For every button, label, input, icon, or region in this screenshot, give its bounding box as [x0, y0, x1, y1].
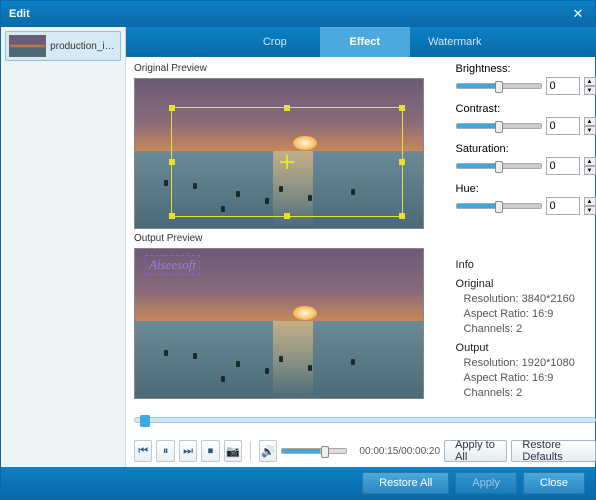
contrast-up[interactable]: ▲: [584, 117, 596, 126]
hue-down[interactable]: ▼: [584, 206, 596, 215]
restore-defaults-button[interactable]: Restore Defaults: [511, 440, 595, 462]
next-button[interactable]: ⏭: [179, 440, 197, 462]
tab-watermark[interactable]: Watermark: [410, 27, 500, 57]
titlebar: Edit ✕: [1, 1, 595, 27]
center-cross-icon: [280, 155, 294, 169]
volume-slider[interactable]: [281, 448, 347, 454]
hue-up[interactable]: ▲: [584, 197, 596, 206]
saturation-value[interactable]: 0: [546, 157, 580, 175]
info-original-channels: Channels: 2: [456, 323, 596, 335]
tab-crop[interactable]: Crop: [230, 27, 320, 57]
progress-bar[interactable]: [134, 417, 596, 423]
info-original-aspect: Aspect Ratio: 16:9: [456, 308, 596, 320]
contrast-value[interactable]: 0: [546, 117, 580, 135]
volume-icon[interactable]: 🔊: [259, 440, 277, 462]
sidebar: production_id...: [1, 27, 126, 467]
info-original-title: Original: [456, 278, 596, 290]
apply-button[interactable]: Apply: [455, 472, 517, 494]
original-preview[interactable]: [134, 78, 424, 229]
brightness-group: Brightness: 0 ▲▼: [456, 63, 596, 95]
info-output-channels: Channels: 2: [456, 387, 596, 399]
sidebar-item-clip[interactable]: production_id...: [5, 31, 121, 61]
brightness-down[interactable]: ▼: [584, 86, 596, 95]
info-output-aspect: Aspect Ratio: 16:9: [456, 372, 596, 384]
saturation-down[interactable]: ▼: [584, 166, 596, 175]
original-preview-label: Original Preview: [134, 63, 446, 74]
info-panel: Info Original Resolution: 3840*2160 Aspe…: [456, 255, 596, 399]
saturation-group: Saturation: 0 ▲▼: [456, 143, 596, 175]
footer: Restore All Apply Close: [1, 467, 595, 499]
info-header: Info: [456, 259, 596, 271]
info-output-title: Output: [456, 342, 596, 354]
prev-button[interactable]: ⏮: [134, 440, 152, 462]
apply-to-all-button[interactable]: Apply to All: [444, 440, 507, 462]
brightness-value[interactable]: 0: [546, 77, 580, 95]
info-original-resolution: Resolution: 3840*2160: [456, 293, 596, 305]
snapshot-button[interactable]: 📷: [224, 440, 242, 462]
brightness-label: Brightness:: [456, 63, 596, 75]
contrast-slider[interactable]: [456, 123, 542, 129]
hue-slider[interactable]: [456, 203, 542, 209]
stop-button[interactable]: ⏹: [201, 440, 219, 462]
brightness-up[interactable]: ▲: [584, 77, 596, 86]
brightness-slider[interactable]: [456, 83, 542, 89]
saturation-label: Saturation:: [456, 143, 596, 155]
crop-rectangle[interactable]: [171, 107, 403, 217]
saturation-up[interactable]: ▲: [584, 157, 596, 166]
output-preview-label: Output Preview: [134, 233, 446, 244]
contrast-group: Contrast: 0 ▲▼: [456, 103, 596, 135]
window-title: Edit: [9, 8, 569, 20]
close-icon[interactable]: ✕: [569, 5, 587, 23]
watermark-overlay: Aiseesoft: [145, 255, 200, 275]
hue-value[interactable]: 0: [546, 197, 580, 215]
clip-name: production_id...: [50, 41, 117, 52]
info-output-resolution: Resolution: 1920*1080: [456, 357, 596, 369]
hue-group: Hue: 0 ▲▼: [456, 183, 596, 215]
pause-button[interactable]: ⏸: [156, 440, 174, 462]
close-button[interactable]: Close: [523, 472, 585, 494]
tab-effect[interactable]: Effect: [320, 27, 410, 57]
contrast-down[interactable]: ▼: [584, 126, 596, 135]
contrast-label: Contrast:: [456, 103, 596, 115]
restore-all-button[interactable]: Restore All: [362, 472, 449, 494]
hue-label: Hue:: [456, 183, 596, 195]
time-display: 00:00:15/00:00:20: [359, 446, 440, 457]
output-preview: Aiseesoft: [134, 248, 424, 399]
saturation-slider[interactable]: [456, 163, 542, 169]
tabs: Crop Effect Watermark: [126, 27, 596, 57]
clip-thumbnail: [9, 35, 46, 57]
edit-window: Edit ✕ production_id... Crop Effect Wate…: [0, 0, 596, 500]
